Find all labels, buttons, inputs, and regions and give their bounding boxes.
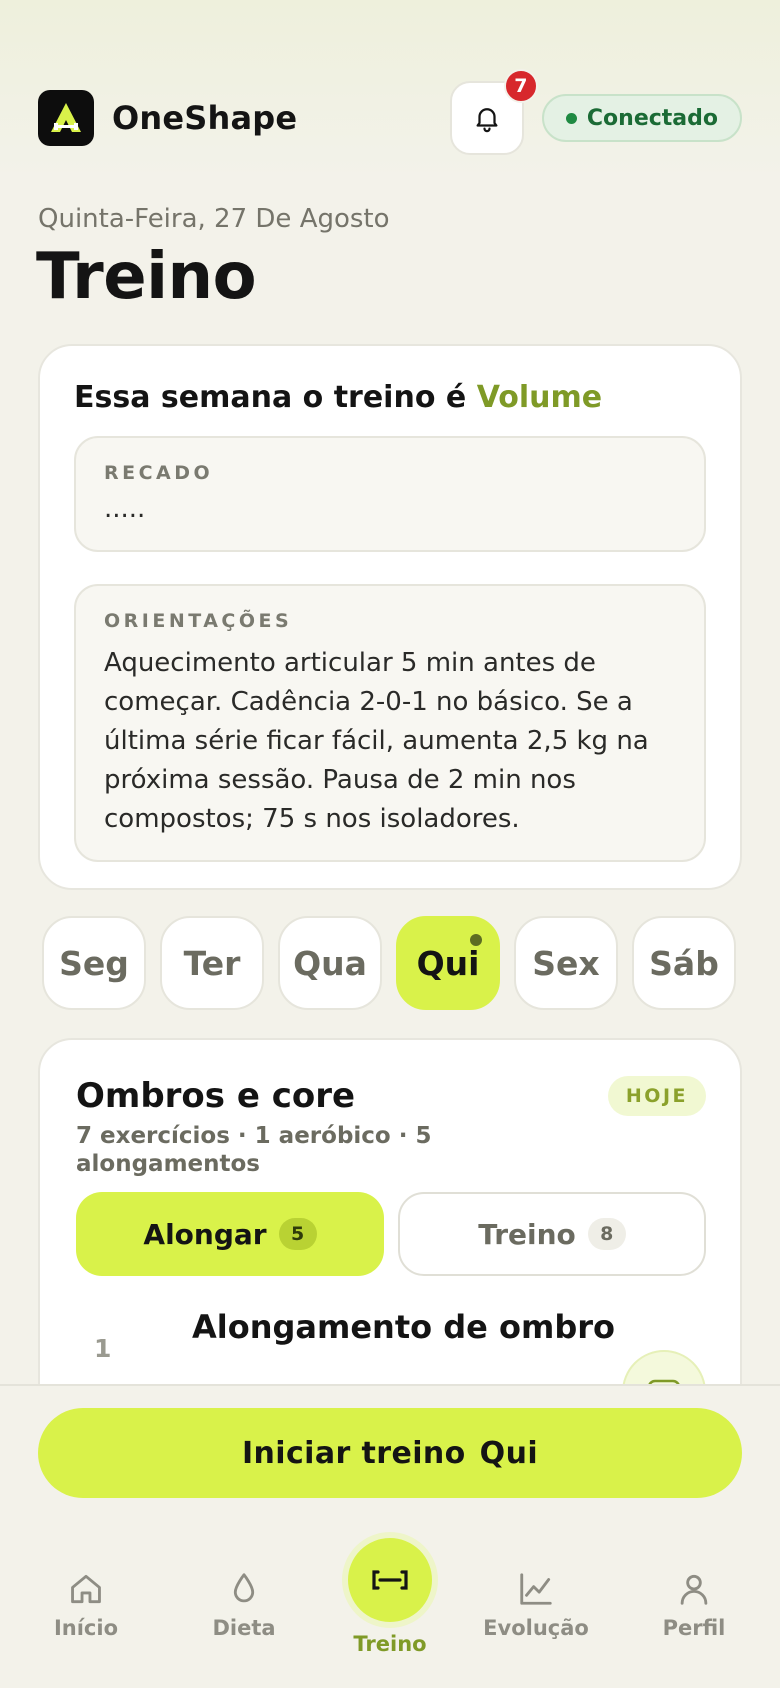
- app-logo: [38, 90, 94, 146]
- orientacoes-text: Aquecimento articular 5 min antes de com…: [104, 648, 649, 834]
- tab-workout-label: Treino: [478, 1217, 576, 1251]
- tab-stretch-count: 5: [278, 1218, 317, 1250]
- week-heading: Essa semana o treino é Volume: [74, 380, 602, 415]
- start-workout-day: Qui: [479, 1435, 539, 1471]
- exercise-name: Alongamento de ombro: [192, 1308, 615, 1346]
- notification-count-badge: 7: [503, 69, 538, 103]
- exercise-number: 1: [94, 1334, 112, 1363]
- date-line: Quinta-Feira, 27 De Agosto: [38, 204, 390, 234]
- tab-stretch[interactable]: Alongar 5: [76, 1192, 384, 1276]
- workout-screen: OneShape 7 Conectado Quinta-Feira, 27 De…: [0, 0, 780, 1688]
- dumbbell-icon: [372, 1570, 408, 1590]
- recado-box: RECADO .....: [74, 436, 706, 552]
- bell-icon: [476, 108, 498, 133]
- notifications-button[interactable]: 7: [449, 69, 538, 155]
- tab-stretch-label: Alongar: [143, 1217, 267, 1251]
- orientacoes-label: ORIENTAÇÕES: [104, 610, 293, 632]
- bottom-tab-bar: Início Dieta Treino Evolução Perfil: [0, 1526, 780, 1686]
- day-sex[interactable]: Sex: [514, 916, 618, 1010]
- user-icon: [680, 1574, 708, 1605]
- day-seg[interactable]: Seg: [42, 916, 146, 1010]
- recado-label: RECADO: [104, 462, 214, 484]
- workout-summary: 7 exercícios · 1 aeróbico · 5 alongament…: [76, 1123, 432, 1177]
- day-sab[interactable]: Sáb: [632, 916, 736, 1010]
- day-qua[interactable]: Qua: [278, 916, 382, 1010]
- recado-text: .....: [104, 494, 146, 524]
- tab-profile-label: Perfil: [662, 1616, 726, 1640]
- day-qui[interactable]: Qui: [396, 916, 500, 1010]
- orientacoes-box: ORIENTAÇÕES Aquecimento articular 5 min …: [74, 584, 706, 862]
- week-training-type: Volume: [476, 380, 603, 415]
- day-ter[interactable]: Ter: [160, 916, 264, 1010]
- treino-fab-button[interactable]: [342, 1532, 438, 1628]
- app-header: OneShape 7 Conectado: [38, 69, 742, 155]
- connection-status-label: Conectado: [586, 105, 718, 131]
- tab-workout-nav-label: Treino: [353, 1632, 427, 1656]
- tab-workout[interactable]: Treino 8: [398, 1192, 706, 1276]
- week-heading-prefix: Essa semana o treino é: [74, 380, 467, 415]
- exercise-row[interactable]: 1 Alongamento de ombro: [76, 1302, 706, 1434]
- tab-diet-label: Dieta: [212, 1616, 276, 1640]
- logo-icon: [51, 103, 81, 132]
- status-dot-icon: [565, 112, 577, 124]
- tab-progress[interactable]: Evolução: [466, 1570, 606, 1640]
- page-title: Treino: [36, 240, 257, 314]
- app-title: OneShape: [112, 99, 298, 137]
- week-info-card: Essa semana o treino é Volume RECADO ...…: [38, 344, 742, 890]
- start-workout-button[interactable]: Iniciar treino Qui: [38, 1408, 742, 1498]
- tab-home-label: Início: [53, 1616, 119, 1640]
- start-workout-label: Iniciar treino: [241, 1435, 466, 1471]
- bottom-area: Iniciar treino Qui Início Dieta Treino E…: [0, 1384, 780, 1688]
- tab-workout-nav[interactable]: Treino: [320, 1632, 460, 1656]
- chart-line-icon: [520, 1573, 552, 1605]
- tab-diet[interactable]: Dieta: [174, 1570, 314, 1640]
- today-badge: HOJE: [607, 1076, 706, 1116]
- workout-title: Ombros e core: [76, 1076, 356, 1116]
- day-qui-label: Qui: [416, 943, 480, 983]
- tab-profile[interactable]: Perfil: [624, 1570, 764, 1640]
- workout-segment-control: Alongar 5 Treino 8: [76, 1192, 706, 1276]
- tab-progress-label: Evolução: [483, 1616, 589, 1640]
- tab-home[interactable]: Início: [16, 1570, 156, 1640]
- tab-workout-count: 8: [587, 1218, 626, 1250]
- day-selector: Seg Ter Qua Qui Sex Sáb: [42, 916, 736, 1010]
- drop-icon: [233, 1573, 255, 1603]
- connection-status-badge: Conectado: [541, 94, 742, 142]
- today-dot-icon: [470, 934, 482, 946]
- home-icon: [71, 1574, 101, 1604]
